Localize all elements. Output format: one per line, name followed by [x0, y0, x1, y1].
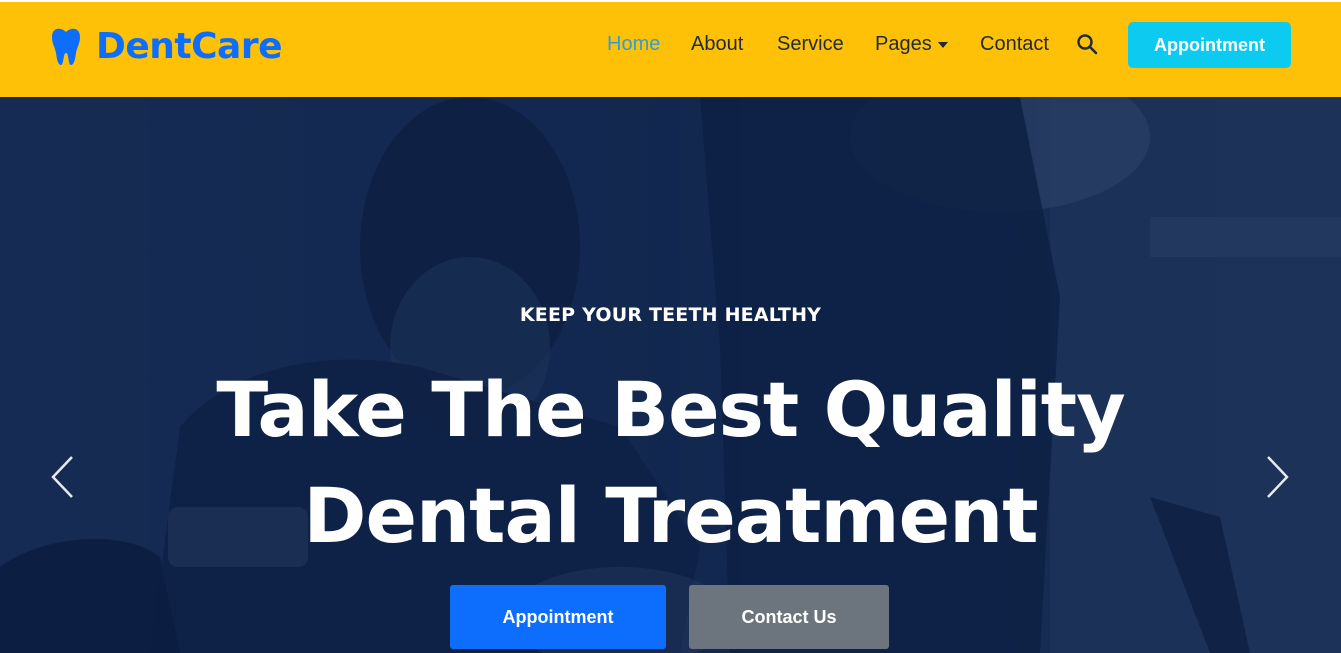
caret-down-icon: [937, 42, 948, 48]
hero-appointment-button[interactable]: Appointment: [450, 585, 666, 649]
hero-title-line-1: Take The Best Quality: [216, 365, 1125, 454]
nav-item-service[interactable]: Service: [777, 32, 844, 56]
hero-contact-button[interactable]: Contact Us: [689, 585, 889, 649]
search-icon[interactable]: [1076, 33, 1098, 55]
nav-item-pages[interactable]: Pages: [875, 32, 948, 56]
hero-title: Take The Best Quality Dental Treatment: [0, 357, 1341, 569]
nav-item-home[interactable]: Home: [607, 32, 660, 56]
hero-carousel: KEEP YOUR TEETH HEALTHY Take The Best Qu…: [0, 97, 1341, 653]
appointment-button[interactable]: Appointment: [1128, 22, 1291, 68]
nav-item-pages-label: Pages: [875, 33, 932, 55]
navbar: DentCare Home About Service Pages Contac…: [0, 0, 1341, 97]
hero-title-line-2: Dental Treatment: [303, 471, 1038, 560]
chevron-left-icon[interactable]: [48, 454, 78, 500]
nav-item-about[interactable]: About: [691, 32, 743, 56]
hero-subtitle: KEEP YOUR TEETH HEALTHY: [519, 304, 822, 326]
chevron-right-icon[interactable]: [1262, 454, 1292, 500]
nav-item-contact[interactable]: Contact: [980, 32, 1049, 56]
